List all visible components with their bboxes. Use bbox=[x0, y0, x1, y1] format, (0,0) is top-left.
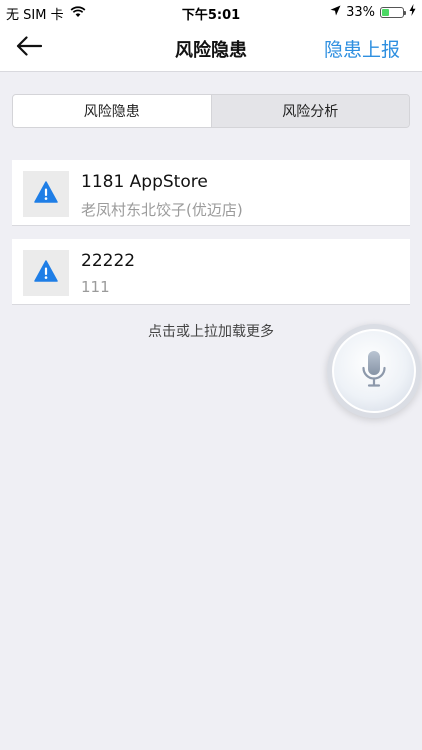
tab-risk-analysis[interactable]: 风险分析 bbox=[210, 95, 409, 127]
nav-bar: 风险隐患 隐患上报 bbox=[0, 24, 422, 72]
item-title: 1181 AppStore bbox=[81, 172, 208, 192]
app-screen: 无 SIM 卡 下午5:01 33% 风险隐患 隐患上报 风险隐患 风险分析 1… bbox=[0, 0, 422, 750]
item-subtitle: 老凤村东北饺子(优迈店) bbox=[81, 201, 243, 219]
location-arrow-icon bbox=[330, 5, 341, 20]
segmented-control: 风险隐患 风险分析 bbox=[12, 94, 410, 128]
battery-cap bbox=[404, 10, 406, 15]
status-bar: 无 SIM 卡 下午5:01 33% bbox=[0, 0, 422, 24]
battery-icon bbox=[380, 6, 406, 18]
warning-triangle-icon bbox=[34, 181, 58, 207]
warning-triangle-icon bbox=[34, 260, 58, 286]
voice-input-button[interactable] bbox=[327, 324, 421, 418]
microphone-icon bbox=[359, 349, 389, 393]
item-thumbnail bbox=[23, 171, 69, 217]
report-hazard-button[interactable]: 隐患上报 bbox=[324, 35, 400, 62]
voice-input-inner bbox=[332, 329, 416, 413]
item-thumbnail bbox=[23, 250, 69, 296]
status-right: 33% bbox=[330, 4, 416, 20]
item-subtitle: 111 bbox=[81, 278, 110, 296]
battery-level-fill bbox=[382, 8, 389, 16]
list-item[interactable]: 22222 111 bbox=[12, 239, 410, 305]
charging-bolt-icon bbox=[409, 4, 416, 20]
item-title: 22222 bbox=[81, 251, 136, 271]
battery-percent: 33% bbox=[346, 4, 375, 20]
tab-risk-hazard[interactable]: 风险隐患 bbox=[13, 95, 211, 127]
list-item[interactable]: 1181 AppStore 老凤村东北饺子(优迈店) bbox=[12, 160, 410, 226]
